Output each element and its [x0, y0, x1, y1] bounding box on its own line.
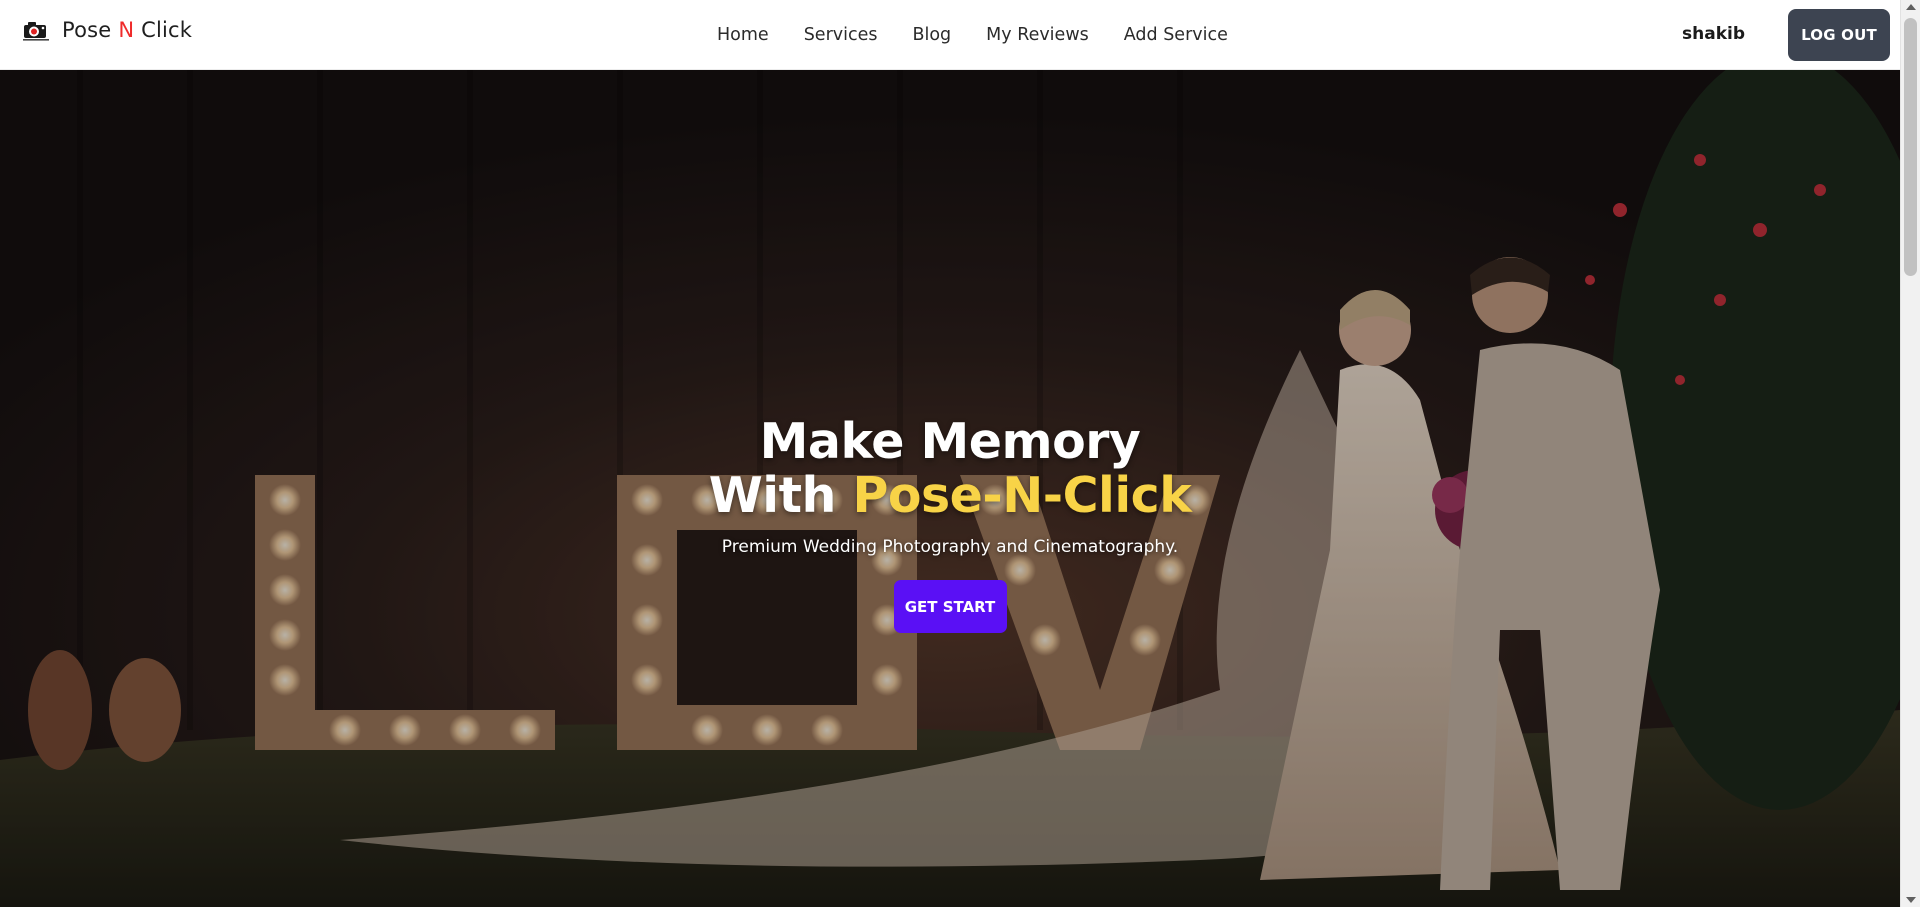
nav-link-add-service[interactable]: Add Service — [1124, 25, 1228, 45]
hero-title-line1: Make Memory — [759, 413, 1141, 470]
scrollbar-thumb[interactable] — [1904, 18, 1917, 276]
brand-name: Pose N Click — [62, 18, 192, 42]
hero-banner: Make Memory With Pose-N-Click Premium We… — [0, 70, 1900, 907]
camera-logo-icon — [23, 22, 49, 41]
brand[interactable]: Pose N Click — [22, 18, 192, 42]
logout-button[interactable]: LOG OUT — [1788, 9, 1890, 61]
hero-title-line2-prefix: With — [708, 467, 853, 524]
scroll-down-arrow-icon[interactable] — [1906, 897, 1916, 903]
hero-content: Make Memory With Pose-N-Click Premium We… — [0, 415, 1900, 633]
nav-link-my-reviews[interactable]: My Reviews — [986, 25, 1089, 45]
page-scrollbar[interactable] — [1900, 0, 1920, 907]
nav-link-blog[interactable]: Blog — [912, 25, 951, 45]
brand-name-part2: Click — [134, 18, 193, 42]
nav-link-services[interactable]: Services — [804, 25, 878, 45]
hero-subtitle: Premium Wedding Photography and Cinemato… — [721, 537, 1179, 557]
scroll-up-arrow-icon[interactable] — [1906, 4, 1916, 10]
brand-name-accent: N — [118, 18, 135, 42]
user-name: shakib — [1682, 24, 1745, 44]
hero-title: Make Memory With Pose-N-Click — [0, 415, 1900, 523]
get-start-button[interactable]: GET START — [893, 580, 1007, 633]
nav-links: Home Services Blog My Reviews Add Servic… — [717, 0, 1228, 70]
hero-title-highlight: Pose-N-Click — [852, 467, 1192, 524]
top-navbar: Pose N Click Home Services Blog My Revie… — [0, 0, 1900, 70]
brand-name-part1: Pose — [62, 18, 119, 42]
nav-link-home[interactable]: Home — [717, 25, 769, 45]
